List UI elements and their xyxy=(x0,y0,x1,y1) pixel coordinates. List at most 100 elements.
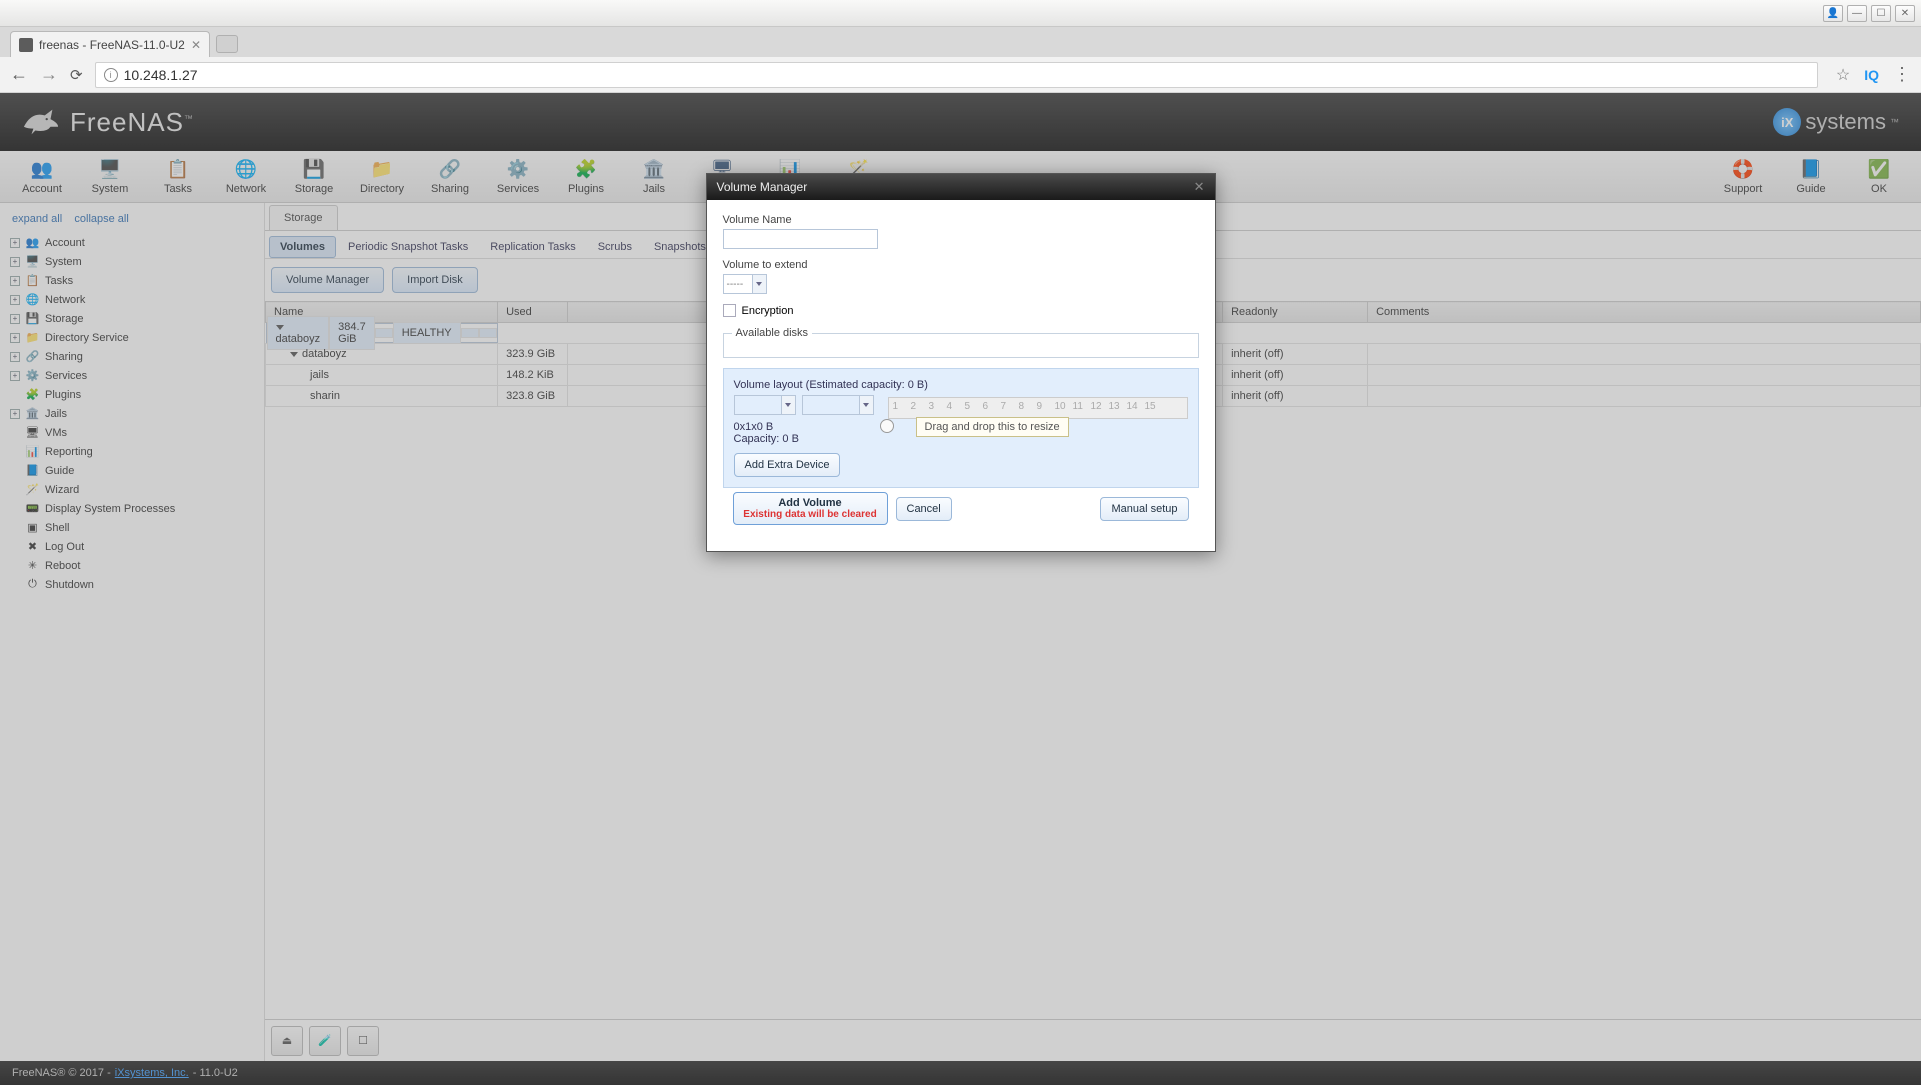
maximize-button[interactable]: ☐ xyxy=(1871,5,1891,22)
sidebar-item-jails[interactable]: +🏛️Jails xyxy=(10,404,254,423)
cell-status: HEALTHY xyxy=(393,322,461,344)
add-extra-device-button[interactable]: Add Extra Device xyxy=(734,453,841,477)
toolbar-label: Sharing xyxy=(431,183,469,195)
toolbar-jails[interactable]: 🏛️Jails xyxy=(620,153,688,201)
caret-down-icon[interactable] xyxy=(290,352,298,357)
footer-link[interactable]: iXsystems, Inc. xyxy=(115,1067,189,1079)
iq-extension-icon[interactable]: IQ xyxy=(1864,67,1879,83)
toolbar-system[interactable]: 🖥️System xyxy=(76,153,144,201)
volume-extend-select[interactable]: ----- xyxy=(723,274,767,294)
nav-back-icon[interactable]: ← xyxy=(10,64,28,85)
toolbar-ok[interactable]: ✅OK xyxy=(1845,153,1913,201)
detach-volume-icon[interactable]: ⏏ xyxy=(271,1026,303,1056)
toolbar-account[interactable]: 👥Account xyxy=(8,153,76,201)
col-comments[interactable]: Comments xyxy=(1368,302,1921,323)
add-volume-button[interactable]: Add Volume Existing data will be cleared xyxy=(733,492,888,525)
table-row[interactable]: databoyz384.7 GiBHEALTHY xyxy=(266,323,498,343)
sidebar-item-plugins[interactable]: 🧩Plugins xyxy=(10,385,254,404)
sidebar-item-log-out[interactable]: ✖Log Out xyxy=(10,537,254,556)
new-tab-button[interactable] xyxy=(216,35,238,53)
volume-options-icon[interactable]: ☐ xyxy=(347,1026,379,1056)
toolbar-storage[interactable]: 💾Storage xyxy=(280,153,348,201)
expand-icon[interactable]: + xyxy=(10,276,20,286)
toolbar-tasks[interactable]: 📋Tasks xyxy=(144,153,212,201)
collapse-all-link[interactable]: collapse all xyxy=(74,213,128,225)
url-bar[interactable]: i 10.248.1.27 xyxy=(95,62,1818,88)
plugins-icon: 🧩 xyxy=(25,388,40,401)
col-readonly[interactable]: Readonly xyxy=(1223,302,1368,323)
log-out-icon: ✖ xyxy=(25,540,40,553)
services-icon: ⚙️ xyxy=(25,369,40,382)
expand-icon[interactable]: + xyxy=(10,238,20,248)
sidebar-item-system[interactable]: +🖥️System xyxy=(10,252,254,271)
expand-icon[interactable]: + xyxy=(10,314,20,324)
sidebar-item-guide[interactable]: 📘Guide xyxy=(10,461,254,480)
subtab-replication-tasks[interactable]: Replication Tasks xyxy=(480,237,585,257)
caret-down-icon[interactable] xyxy=(276,325,284,330)
sidebar-item-tasks[interactable]: +📋Tasks xyxy=(10,271,254,290)
sidebar-item-reporting[interactable]: 📊Reporting xyxy=(10,442,254,461)
toolbar-sharing[interactable]: 🔗Sharing xyxy=(416,153,484,201)
sidebar-item-shell[interactable]: ▣Shell xyxy=(10,518,254,537)
toolbar-support[interactable]: 🛟Support xyxy=(1709,153,1777,201)
layout-ruler[interactable]: 123456789101112131415 xyxy=(888,397,1188,419)
manual-setup-button[interactable]: Manual setup xyxy=(1100,497,1188,521)
ixsystems-logo[interactable]: iX systems™ xyxy=(1773,108,1899,136)
bookmark-star-icon[interactable]: ☆ xyxy=(1836,65,1850,85)
sidebar-item-network[interactable]: +🌐Network xyxy=(10,290,254,309)
expand-icon[interactable]: + xyxy=(10,409,20,419)
sidebar-item-reboot[interactable]: ✳Reboot xyxy=(10,556,254,575)
subtab-volumes[interactable]: Volumes xyxy=(269,236,336,258)
toolbar-network[interactable]: 🌐Network xyxy=(212,153,280,201)
cancel-button[interactable]: Cancel xyxy=(896,497,952,521)
sidebar-item-display-system-processes[interactable]: 📟Display System Processes xyxy=(10,499,254,518)
close-window-button[interactable]: ✕ xyxy=(1895,5,1915,22)
volume-name-input[interactable] xyxy=(723,229,878,249)
col-used[interactable]: Used xyxy=(498,302,568,323)
sidebar-item-sharing[interactable]: +🔗Sharing xyxy=(10,347,254,366)
nav-forward-icon[interactable]: → xyxy=(40,64,58,85)
subtab-periodic-snapshot-tasks[interactable]: Periodic Snapshot Tasks xyxy=(338,237,478,257)
expand-icon[interactable]: + xyxy=(10,257,20,267)
subtab-scrubs[interactable]: Scrubs xyxy=(588,237,642,257)
scrub-volume-icon[interactable]: 🧪 xyxy=(309,1026,341,1056)
tab-title: freenas - FreeNAS-11.0-U2 xyxy=(39,38,185,52)
sidebar-item-account[interactable]: +👥Account xyxy=(10,233,254,252)
toolbar-directory[interactable]: 📁Directory xyxy=(348,153,416,201)
dialog-close-icon[interactable]: ✕ xyxy=(1194,179,1205,195)
sidebar-item-vms[interactable]: 🖥VMs xyxy=(10,423,254,442)
toolbar-services[interactable]: ⚙️Services xyxy=(484,153,552,201)
import-disk-button[interactable]: Import Disk xyxy=(392,267,478,293)
sidebar-item-label: Jails xyxy=(45,408,67,420)
sidebar-item-services[interactable]: +⚙️Services xyxy=(10,366,254,385)
expand-icon[interactable]: + xyxy=(10,295,20,305)
tab-close-icon[interactable]: ✕ xyxy=(191,38,201,52)
layout-type-select[interactable] xyxy=(734,395,796,415)
expand-all-link[interactable]: expand all xyxy=(12,213,62,225)
sidebar-item-label: Display System Processes xyxy=(45,503,175,515)
resize-handle-icon[interactable] xyxy=(880,419,894,433)
expand-icon[interactable]: + xyxy=(10,352,20,362)
toolbar-guide[interactable]: 📘Guide xyxy=(1777,153,1845,201)
minimize-button[interactable]: — xyxy=(1847,5,1867,22)
shutdown-icon: ⏻ xyxy=(25,578,40,591)
expand-icon[interactable]: + xyxy=(10,333,20,343)
sidebar-item-wizard[interactable]: 🪄Wizard xyxy=(10,480,254,499)
encryption-checkbox[interactable] xyxy=(723,304,736,317)
storage-icon: 💾 xyxy=(25,312,40,325)
sidebar-item-storage[interactable]: +💾Storage xyxy=(10,309,254,328)
toolbar-plugins[interactable]: 🧩Plugins xyxy=(552,153,620,201)
layout-width-select[interactable] xyxy=(802,395,874,415)
sidebar-item-directory-service[interactable]: +📁Directory Service xyxy=(10,328,254,347)
expand-icon[interactable]: + xyxy=(10,371,20,381)
site-info-icon[interactable]: i xyxy=(104,68,118,82)
browser-menu-icon[interactable]: ⋮ xyxy=(1893,64,1911,85)
browser-tab[interactable]: freenas - FreeNAS-11.0-U2 ✕ xyxy=(10,31,210,57)
tab-storage[interactable]: Storage xyxy=(269,205,338,230)
sidebar-item-shutdown[interactable]: ⏻Shutdown xyxy=(10,575,254,594)
reload-icon[interactable]: ⟳ xyxy=(70,66,83,84)
volume-manager-button[interactable]: Volume Manager xyxy=(271,267,384,293)
user-icon[interactable]: 👤 xyxy=(1823,5,1843,22)
chevron-down-icon xyxy=(859,396,873,414)
dialog-header[interactable]: Volume Manager ✕ xyxy=(707,174,1215,200)
